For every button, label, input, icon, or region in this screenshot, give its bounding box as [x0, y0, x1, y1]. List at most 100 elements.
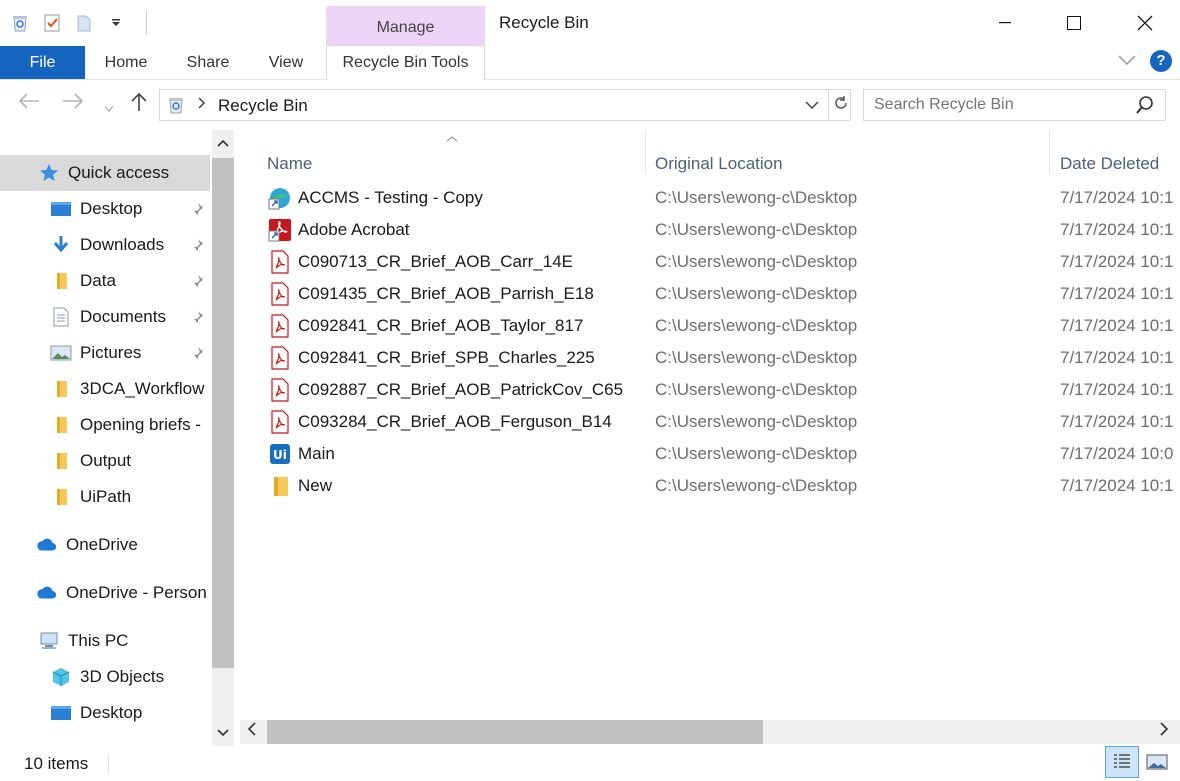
- sidebar-item-label: 3D Objects: [80, 667, 165, 686]
- column-header-original-location[interactable]: Original Location: [655, 142, 783, 174]
- file-row[interactable]: C092841_CR_Brief_SPB_Charles_225 C:\User…: [260, 342, 1180, 374]
- documents-icon: [50, 306, 72, 328]
- column-header-date-deleted[interactable]: Date Deleted: [1060, 142, 1159, 174]
- up-button[interactable]: [130, 92, 148, 118]
- minimize-button[interactable]: [970, 0, 1040, 46]
- forward-button[interactable]: [62, 92, 84, 115]
- properties-icon[interactable]: [40, 11, 64, 35]
- file-row[interactable]: C093284_CR_Brief_AOB_Ferguson_B14 C:\Use…: [260, 406, 1180, 438]
- sidebar-item-quick-access[interactable]: Quick access: [0, 155, 210, 191]
- file-row[interactable]: C091435_CR_Brief_AOB_Parrish_E18 C:\User…: [260, 278, 1180, 310]
- file-original-location: C:\Users\ewong-c\Desktop: [655, 412, 858, 431]
- file-name: C092841_CR_Brief_AOB_Taylor_817: [298, 316, 584, 335]
- tab-file[interactable]: File: [0, 46, 85, 79]
- sidebar-item-documents[interactable]: Documents: [0, 299, 210, 335]
- sidebar-item-label: Desktop: [80, 199, 143, 218]
- file-original-location: C:\Users\ewong-c\Desktop: [655, 284, 858, 303]
- file-row[interactable]: New C:\Users\ewong-c\Desktop 7/17/2024 1…: [260, 470, 1180, 502]
- close-button[interactable]: [1110, 0, 1180, 46]
- search-icon[interactable]: [1135, 95, 1155, 120]
- sidebar-item-uipath[interactable]: UiPath: [0, 479, 210, 515]
- sidebar-item-label: OneDrive - Person: [66, 583, 207, 602]
- refresh-button[interactable]: [828, 90, 852, 120]
- sidebar-item-label: Documents: [80, 307, 166, 326]
- file-name: C090713_CR_Brief_AOB_Carr_14E: [298, 252, 573, 271]
- ribbon-tab-bar: File Home Share View Recycle Bin Tools ?: [0, 46, 1180, 80]
- sidebar-item-pictures[interactable]: Pictures: [0, 335, 210, 371]
- recent-locations-button[interactable]: [104, 96, 114, 119]
- sort-ascending-icon: [446, 130, 458, 148]
- tab-view[interactable]: View: [258, 46, 314, 79]
- back-arrow-icon: [18, 93, 39, 109]
- file-row[interactable]: ACCMS - Testing - Copy C:\Users\ewong-c\…: [260, 182, 1180, 214]
- tab-share[interactable]: Share: [180, 46, 236, 79]
- sidebar-item-3d-objects[interactable]: 3D Objects: [0, 659, 210, 695]
- file-original-location: C:\Users\ewong-c\Desktop: [655, 188, 858, 207]
- navigation-pane-scrollbar[interactable]: [212, 130, 234, 746]
- scroll-right-icon[interactable]: [1160, 722, 1169, 739]
- manage-context-tab[interactable]: Manage: [326, 6, 485, 46]
- quick-access-toolbar: [8, 8, 147, 38]
- search-input[interactable]: [864, 90, 1124, 120]
- sidebar-item-data[interactable]: Data: [0, 263, 210, 299]
- breadcrumb-separator-icon[interactable]: [198, 96, 206, 112]
- sidebar-item-opening-briefs[interactable]: Opening briefs -: [0, 407, 210, 443]
- help-icon[interactable]: ?: [1150, 50, 1172, 72]
- file-name: New: [298, 476, 333, 495]
- scrollbar-thumb[interactable]: [267, 720, 763, 744]
- recycle-bin-icon: [8, 11, 32, 35]
- scroll-down-icon[interactable]: [212, 726, 234, 740]
- downloads-icon: [50, 234, 72, 256]
- status-divider: [108, 754, 109, 774]
- details-view-icon: [1114, 754, 1130, 768]
- pictures-icon: [50, 342, 72, 364]
- sidebar-item-this-pc[interactable]: This PC: [0, 623, 210, 659]
- tab-recycle-bin-tools[interactable]: Recycle Bin Tools: [326, 46, 485, 80]
- sidebar-item-downloads[interactable]: Downloads: [0, 227, 210, 263]
- sidebar-item-onedrive-personal[interactable]: OneDrive - Person: [0, 575, 210, 611]
- pin-icon: [190, 237, 204, 257]
- sidebar-item-desktop[interactable]: Desktop: [0, 191, 210, 227]
- pdf-icon: [268, 250, 292, 274]
- expand-ribbon-icon[interactable]: [1118, 52, 1136, 70]
- file-row[interactable]: C092841_CR_Brief_AOB_Taylor_817 C:\Users…: [260, 310, 1180, 342]
- address-bar[interactable]: Recycle Bin: [159, 89, 851, 121]
- pdf-icon: [268, 314, 292, 338]
- scroll-left-icon[interactable]: [247, 722, 256, 739]
- sidebar-item-desktop-pc[interactable]: Desktop: [0, 695, 210, 731]
- file-date-deleted: 7/17/2024 10:1: [1060, 252, 1174, 271]
- sidebar-item-label: Opening briefs -: [80, 415, 201, 434]
- file-row[interactable]: C090713_CR_Brief_AOB_Carr_14E C:\Users\e…: [260, 246, 1180, 278]
- column-header-name[interactable]: Name: [267, 142, 312, 174]
- search-box[interactable]: [863, 89, 1166, 121]
- sidebar-item-label: OneDrive: [66, 535, 138, 554]
- file-date-deleted: 7/17/2024 10:1: [1060, 284, 1174, 303]
- file-list-horizontal-scrollbar[interactable]: [240, 720, 1180, 744]
- sidebar-item-output[interactable]: Output: [0, 443, 210, 479]
- file-date-deleted: 7/17/2024 10:1: [1060, 188, 1174, 207]
- sidebar-item-3dca-workflow[interactable]: 3DCA_Workflow: [0, 371, 210, 407]
- address-history-dropdown-icon[interactable]: [805, 97, 819, 113]
- large-icons-view-button[interactable]: [1140, 746, 1174, 778]
- file-date-deleted: 7/17/2024 10:1: [1060, 220, 1174, 239]
- tab-home[interactable]: Home: [98, 46, 154, 79]
- file-row[interactable]: Adobe Acrobat C:\Users\ewong-c\Desktop 7…: [260, 214, 1180, 246]
- file-row[interactable]: C092887_CR_Brief_AOB_PatrickCov_C65 C:\U…: [260, 374, 1180, 406]
- customize-toolbar-dropdown-icon[interactable]: [104, 11, 128, 35]
- file-original-location: C:\Users\ewong-c\Desktop: [655, 252, 858, 271]
- file-row[interactable]: Ui Main C:\Users\ewong-c\Desktop 7/17/20…: [260, 438, 1180, 470]
- breadcrumb-recycle-bin[interactable]: Recycle Bin: [218, 96, 308, 116]
- sidebar-item-onedrive[interactable]: OneDrive: [0, 527, 210, 563]
- back-button[interactable]: [18, 92, 40, 115]
- scrollbar-thumb[interactable]: [212, 158, 234, 668]
- uipath-icon: Ui: [268, 442, 292, 466]
- scroll-up-icon[interactable]: [212, 136, 234, 150]
- column-divider[interactable]: [645, 130, 646, 174]
- folder-icon: [50, 486, 72, 508]
- file-date-deleted: 7/17/2024 10:1: [1060, 412, 1174, 431]
- maximize-button[interactable]: [1039, 0, 1109, 46]
- details-view-button[interactable]: [1105, 746, 1139, 778]
- new-folder-icon[interactable]: [72, 11, 96, 35]
- column-divider[interactable]: [1049, 130, 1050, 174]
- recycle-bin-icon: [166, 95, 186, 120]
